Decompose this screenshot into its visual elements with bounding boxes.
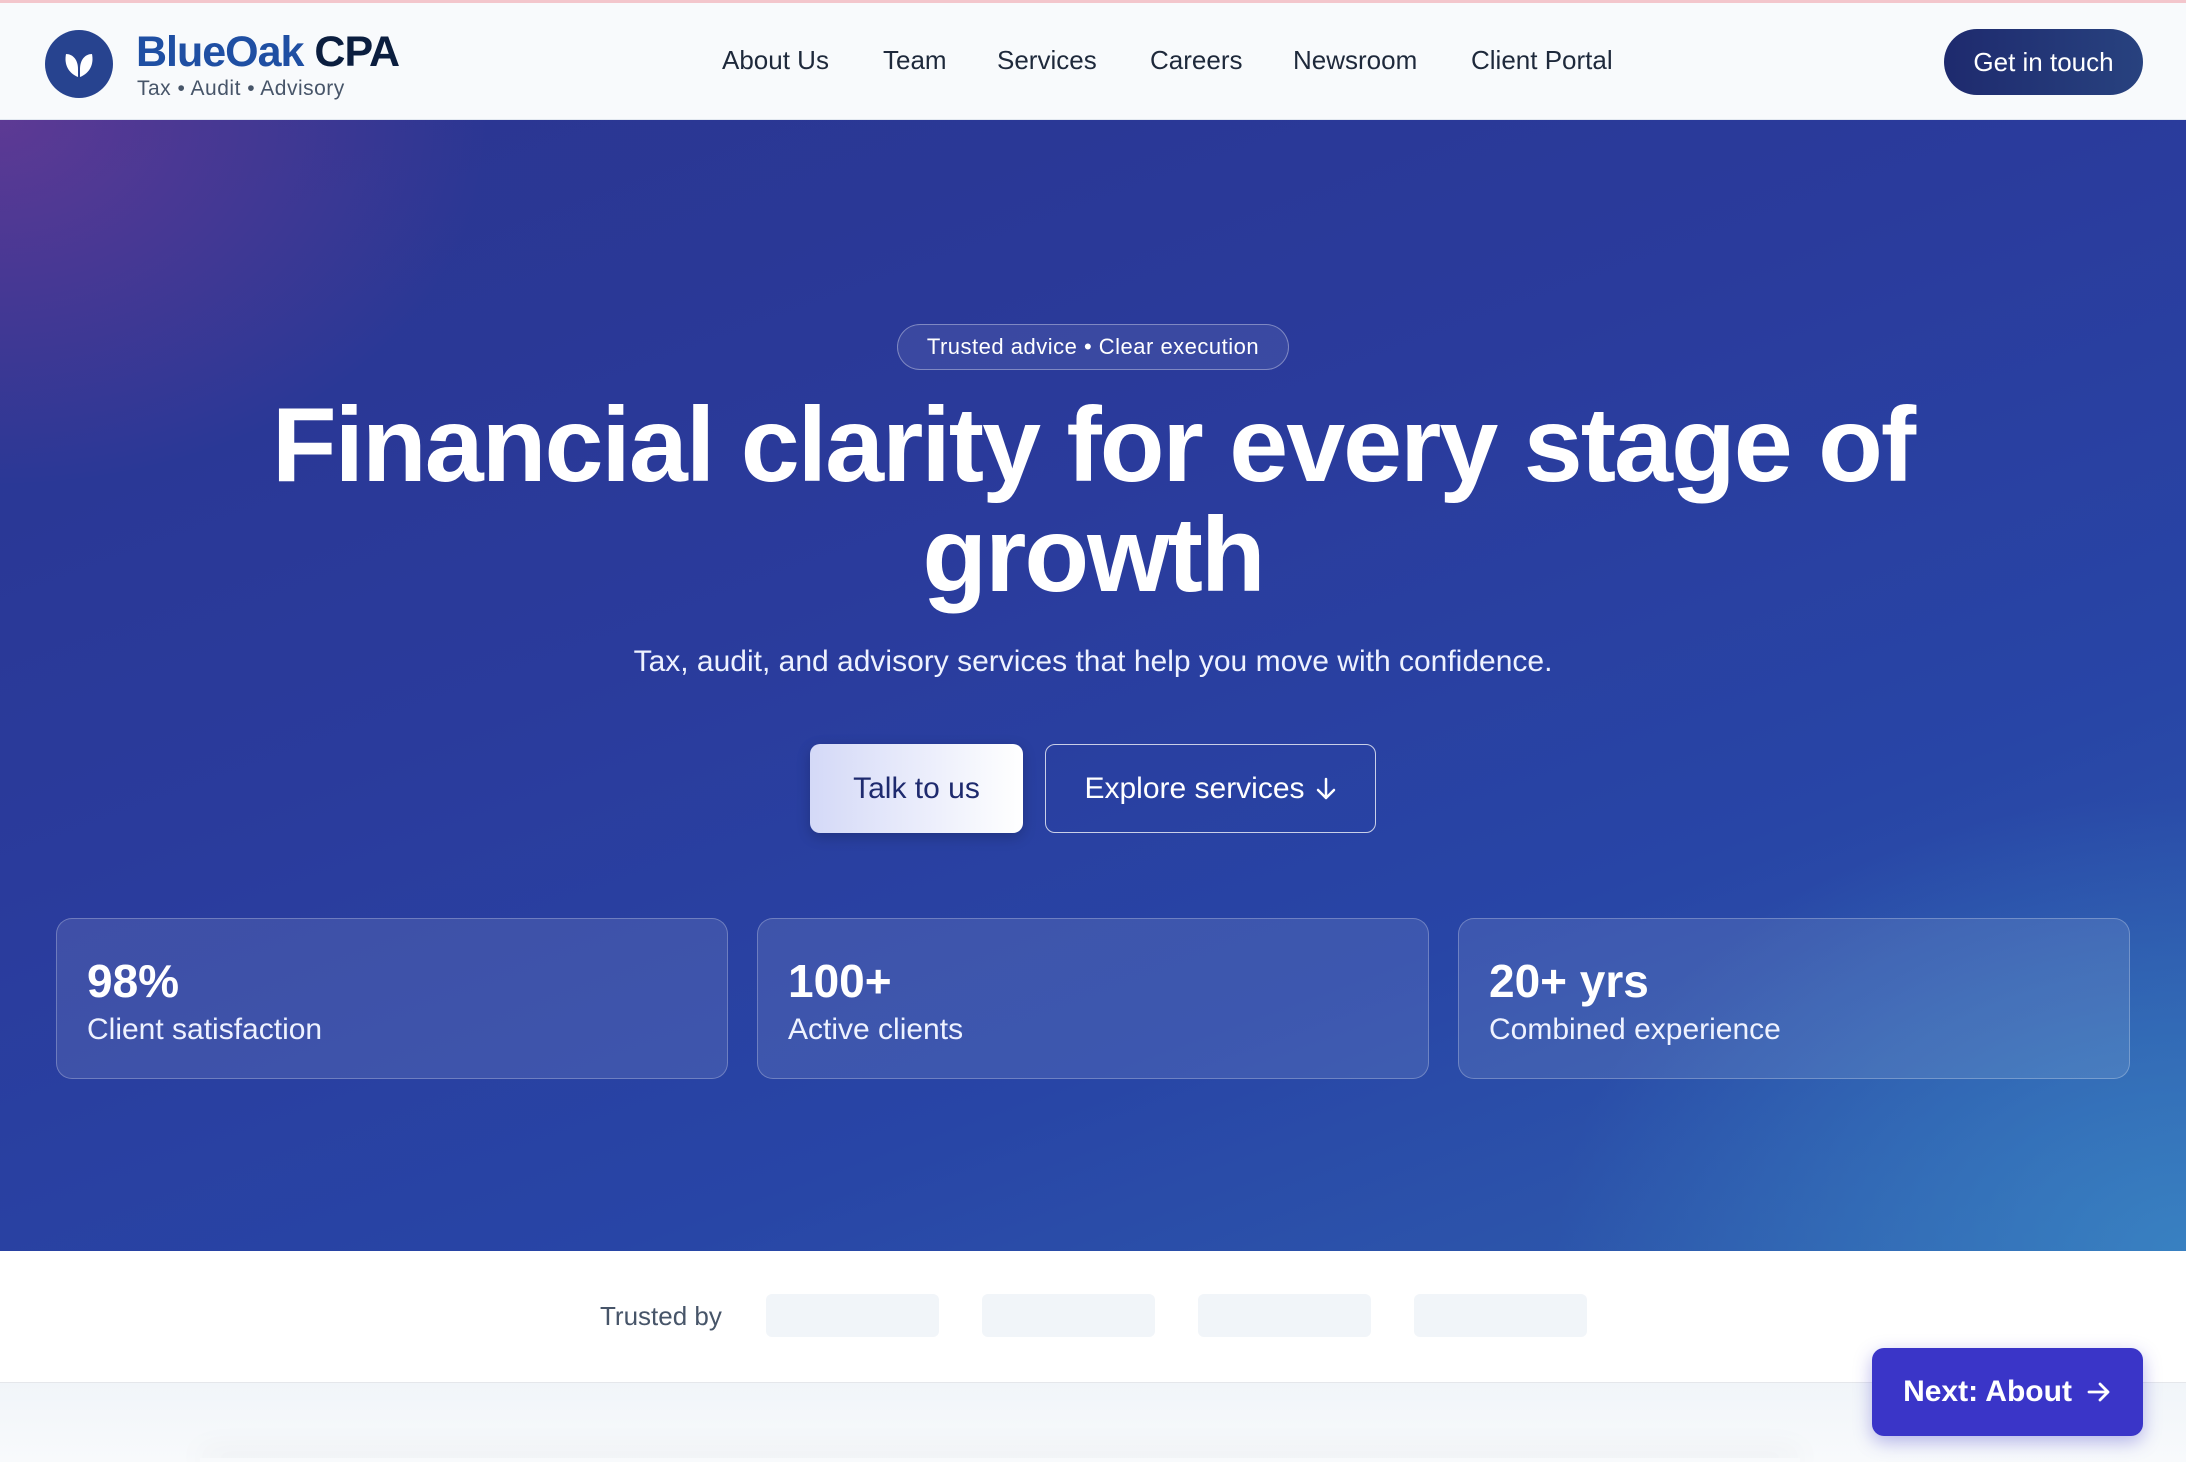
stat-label: Combined experience (1489, 1013, 1781, 1046)
site-header: BlueOak CPA Tax • Audit • Advisory About… (0, 3, 2186, 120)
get-in-touch-button[interactable]: Get in touch (1944, 29, 2143, 95)
nav-careers[interactable]: Careers (1150, 45, 1242, 76)
stat-label: Client satisfaction (87, 1013, 323, 1046)
main-nav: About Us Team Services Careers Newsroom … (0, 3, 2186, 120)
stat-value: 100+ (788, 955, 892, 1007)
hero-section: Trusted advice • Clear execution Financi… (0, 120, 2186, 1251)
nav-about-us[interactable]: About Us (722, 45, 829, 76)
talk-to-us-button[interactable]: Talk to us (810, 744, 1023, 833)
next-section-preview (0, 1383, 2186, 1462)
explore-services-label: Explore services (1084, 771, 1305, 805)
client-logo-placeholder (1198, 1294, 1371, 1337)
client-logo-placeholder (766, 1294, 939, 1337)
nav-client-portal[interactable]: Client Portal (1471, 45, 1613, 76)
stat-card-satisfaction: 98% Client satisfaction (56, 918, 728, 1079)
explore-services-button[interactable]: Explore services (1045, 744, 1376, 833)
stat-value: 20+ yrs (1489, 955, 1649, 1007)
hero-subtitle: Tax, audit, and advisory services that h… (633, 645, 1553, 678)
nav-services[interactable]: Services (997, 45, 1097, 76)
trusted-by-label: Trusted by (600, 1301, 722, 1331)
trusted-by-section: Trusted by (0, 1251, 2186, 1383)
section-card-shadow (200, 1458, 1800, 1462)
nav-team[interactable]: Team (883, 45, 947, 76)
next-about-label: Next: About (1903, 1375, 2072, 1408)
arrow-down-icon (1316, 777, 1335, 799)
hero-title: Financial clarity for every stage of gro… (271, 386, 1916, 614)
next-about-button[interactable]: Next: About (1872, 1348, 2143, 1436)
stat-label: Active clients (788, 1013, 964, 1046)
nav-newsroom[interactable]: Newsroom (1293, 45, 1417, 76)
arrow-right-icon (2087, 1382, 2110, 1402)
stat-card-experience: 20+ yrs Combined experience (1458, 918, 2130, 1079)
client-logo-placeholder (1414, 1294, 1587, 1337)
client-logo-placeholder (982, 1294, 1155, 1337)
stat-value: 98% (87, 955, 180, 1007)
stat-card-clients: 100+ Active clients (757, 918, 1429, 1079)
hero-badge: Trusted advice • Clear execution (897, 324, 1289, 370)
